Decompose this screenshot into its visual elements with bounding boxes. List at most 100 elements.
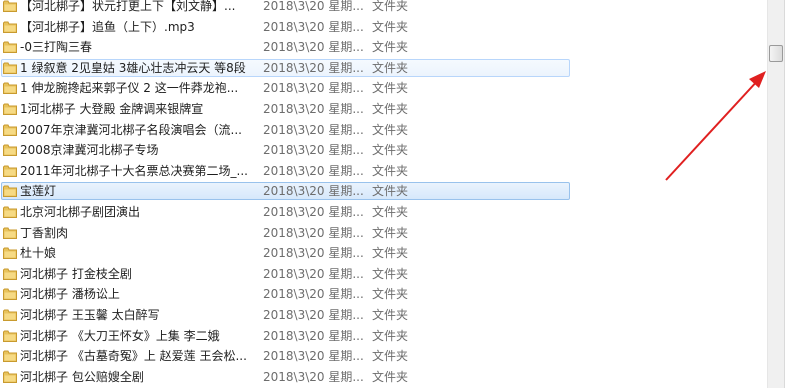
file-row-1[interactable]: 【河北梆子】状元打更上下【刘文静】... 2018\3\20 星期... 文件夹 xyxy=(0,0,770,17)
modified-date: 2018\3\20 星期... xyxy=(263,287,364,302)
file-row-3[interactable]: -0三打陶三春 2018\3\20 星期... 文件夹 xyxy=(0,37,770,58)
file-type: 文件夹 xyxy=(372,225,409,240)
folder-icon xyxy=(3,62,17,74)
file-name: 2007年京津冀河北梆子名段演唱会（流... xyxy=(20,122,242,137)
file-row-13[interactable]: 杜十娘 2018\3\20 星期... 文件夹 xyxy=(0,243,770,264)
file-type: 文件夹 xyxy=(372,307,409,322)
file-list: 【河北梆子】状元打更上下【刘文静】... 2018\3\20 星期... 文件夹… xyxy=(0,0,770,387)
file-name: 1 绿叙意 2见皇姑 3雄心壮志冲云天 等8段 xyxy=(20,60,246,75)
file-name: 丁香割肉 xyxy=(20,225,69,240)
file-row-14[interactable]: 河北梆子 打金枝全剧 2018\3\20 星期... 文件夹 xyxy=(0,264,770,285)
file-row-12[interactable]: 丁香割肉 2018\3\20 星期... 文件夹 xyxy=(0,223,770,244)
file-type: 文件夹 xyxy=(372,266,409,281)
modified-date: 2018\3\20 星期... xyxy=(263,40,364,55)
file-row-2[interactable]: 【河北梆子】追鱼（上下）.mp3 2018\3\20 星期... 文件夹 xyxy=(0,17,770,38)
explorer-viewport: 【河北梆子】状元打更上下【刘文静】... 2018\3\20 星期... 文件夹… xyxy=(0,0,791,388)
file-row-16[interactable]: 河北梆子 王玉馨 太白醉写 2018\3\20 星期... 文件夹 xyxy=(0,305,770,326)
file-row-15[interactable]: 河北梆子 潘杨讼上 2018\3\20 星期... 文件夹 xyxy=(0,284,770,305)
folder-icon xyxy=(3,371,17,383)
file-row-10[interactable]: 宝莲灯 2018\3\20 星期... 文件夹 xyxy=(0,181,770,202)
folder-icon xyxy=(3,247,17,260)
file-type: 文件夹 xyxy=(372,184,409,199)
folder-icon xyxy=(3,330,17,342)
folder-icon xyxy=(3,41,17,54)
folder-icon xyxy=(3,350,17,363)
vertical-scrollbar[interactable] xyxy=(767,0,784,388)
file-type: 文件夹 xyxy=(372,101,409,116)
file-name: 河北梆子 《大刀王怀女》上集 李二娥 xyxy=(20,328,220,343)
modified-date: 2018\3\20 星期... xyxy=(263,81,364,96)
folder-icon xyxy=(3,206,17,218)
modified-date: 2018\3\20 星期... xyxy=(263,225,364,240)
file-name: 1河北梆子 大登殿 金牌调来银牌宣 xyxy=(20,101,204,116)
file-row-9[interactable]: 2011年河北梆子十大名票总决赛第二场_... 2018\3\20 星期... … xyxy=(0,161,770,182)
modified-date: 2018\3\20 星期... xyxy=(263,101,364,116)
file-name: 宝莲灯 xyxy=(20,184,57,199)
file-name: 杜十娘 xyxy=(20,246,57,261)
file-name: 河北梆子 潘杨讼上 xyxy=(20,287,120,302)
file-row-11[interactable]: 北京河北梆子剧团演出 2018\3\20 星期... 文件夹 xyxy=(0,202,770,223)
folder-icon xyxy=(3,268,17,280)
file-type: 文件夹 xyxy=(372,246,409,261)
folder-icon xyxy=(3,288,17,301)
file-row-7[interactable]: 2007年京津冀河北梆子名段演唱会（流... 2018\3\20 星期... 文… xyxy=(0,120,770,141)
file-name: 1 伸龙腕搀起来郭子仪 2 这一件莽龙袍... xyxy=(20,81,239,96)
folder-icon xyxy=(3,103,17,115)
file-name: 河北梆子 包公赔嫂全剧 xyxy=(20,369,144,384)
modified-date: 2018\3\20 星期... xyxy=(263,369,364,384)
file-name: 河北梆子 王玉馨 太白醉写 xyxy=(20,307,160,322)
folder-icon xyxy=(3,185,17,198)
file-row-17[interactable]: 河北梆子 《大刀王怀女》上集 李二娥 2018\3\20 星期... 文件夹 xyxy=(0,326,770,347)
modified-date: 2018\3\20 星期... xyxy=(263,60,364,75)
file-name: 河北梆子 《古墓奇冤》上 赵爱莲 王会松... xyxy=(20,349,247,364)
file-name: 2011年河北梆子十大名票总决赛第二场_... xyxy=(20,163,248,178)
folder-icon xyxy=(3,309,17,321)
file-type: 文件夹 xyxy=(372,19,409,34)
file-row-5[interactable]: 1 伸龙腕搀起来郭子仪 2 这一件莽龙袍... 2018\3\20 星期... … xyxy=(0,78,770,99)
file-row-19[interactable]: 河北梆子 包公赔嫂全剧 2018\3\20 星期... 文件夹 xyxy=(0,367,770,388)
file-name: 北京河北梆子剧团演出 xyxy=(20,204,141,219)
modified-date: 2018\3\20 星期... xyxy=(263,204,364,219)
file-type: 文件夹 xyxy=(372,349,409,364)
modified-date: 2018\3\20 星期... xyxy=(263,184,364,199)
modified-date: 2018\3\20 星期... xyxy=(263,349,364,364)
modified-date: 2018\3\20 星期... xyxy=(263,19,364,34)
window-edge xyxy=(784,0,791,388)
folder-icon xyxy=(3,165,17,177)
modified-date: 2018\3\20 星期... xyxy=(263,266,364,281)
file-type: 文件夹 xyxy=(372,369,409,384)
file-name: -0三打陶三春 xyxy=(20,40,92,55)
file-type: 文件夹 xyxy=(372,40,409,55)
file-type: 文件夹 xyxy=(372,60,409,75)
modified-date: 2018\3\20 星期... xyxy=(263,143,364,158)
file-type: 文件夹 xyxy=(372,204,409,219)
file-row-4[interactable]: 1 绿叙意 2见皇姑 3雄心壮志冲云天 等8段 2018\3\20 星期... … xyxy=(0,58,770,79)
modified-date: 2018\3\20 星期... xyxy=(263,246,364,261)
file-type: 文件夹 xyxy=(372,328,409,343)
file-type: 文件夹 xyxy=(372,0,409,13)
scrollbar-thumb[interactable] xyxy=(769,45,783,62)
file-type: 文件夹 xyxy=(372,143,409,158)
modified-date: 2018\3\20 星期... xyxy=(263,328,364,343)
file-name: 河北梆子 打金枝全剧 xyxy=(20,266,132,281)
folder-icon xyxy=(3,21,17,33)
modified-date: 2018\3\20 星期... xyxy=(263,0,364,13)
file-type: 文件夹 xyxy=(372,163,409,178)
file-name: 【河北梆子】追鱼（上下）.mp3 xyxy=(20,19,195,34)
folder-icon xyxy=(3,124,17,136)
file-row-6[interactable]: 1河北梆子 大登殿 金牌调来银牌宣 2018\3\20 星期... 文件夹 xyxy=(0,99,770,120)
file-type: 文件夹 xyxy=(372,81,409,96)
modified-date: 2018\3\20 星期... xyxy=(263,307,364,322)
file-type: 文件夹 xyxy=(372,287,409,302)
file-row-18[interactable]: 河北梆子 《古墓奇冤》上 赵爱莲 王会松... 2018\3\20 星期... … xyxy=(0,346,770,367)
file-row-8[interactable]: 2008京津冀河北梆子专场 2018\3\20 星期... 文件夹 xyxy=(0,140,770,161)
folder-icon xyxy=(3,0,17,12)
modified-date: 2018\3\20 星期... xyxy=(263,122,364,137)
folder-icon xyxy=(3,227,17,239)
file-type: 文件夹 xyxy=(372,122,409,137)
file-name: 【河北梆子】状元打更上下【刘文静】... xyxy=(20,0,236,13)
modified-date: 2018\3\20 星期... xyxy=(263,163,364,178)
file-name: 2008京津冀河北梆子专场 xyxy=(20,143,159,158)
folder-icon xyxy=(3,82,17,95)
folder-icon xyxy=(3,144,17,157)
